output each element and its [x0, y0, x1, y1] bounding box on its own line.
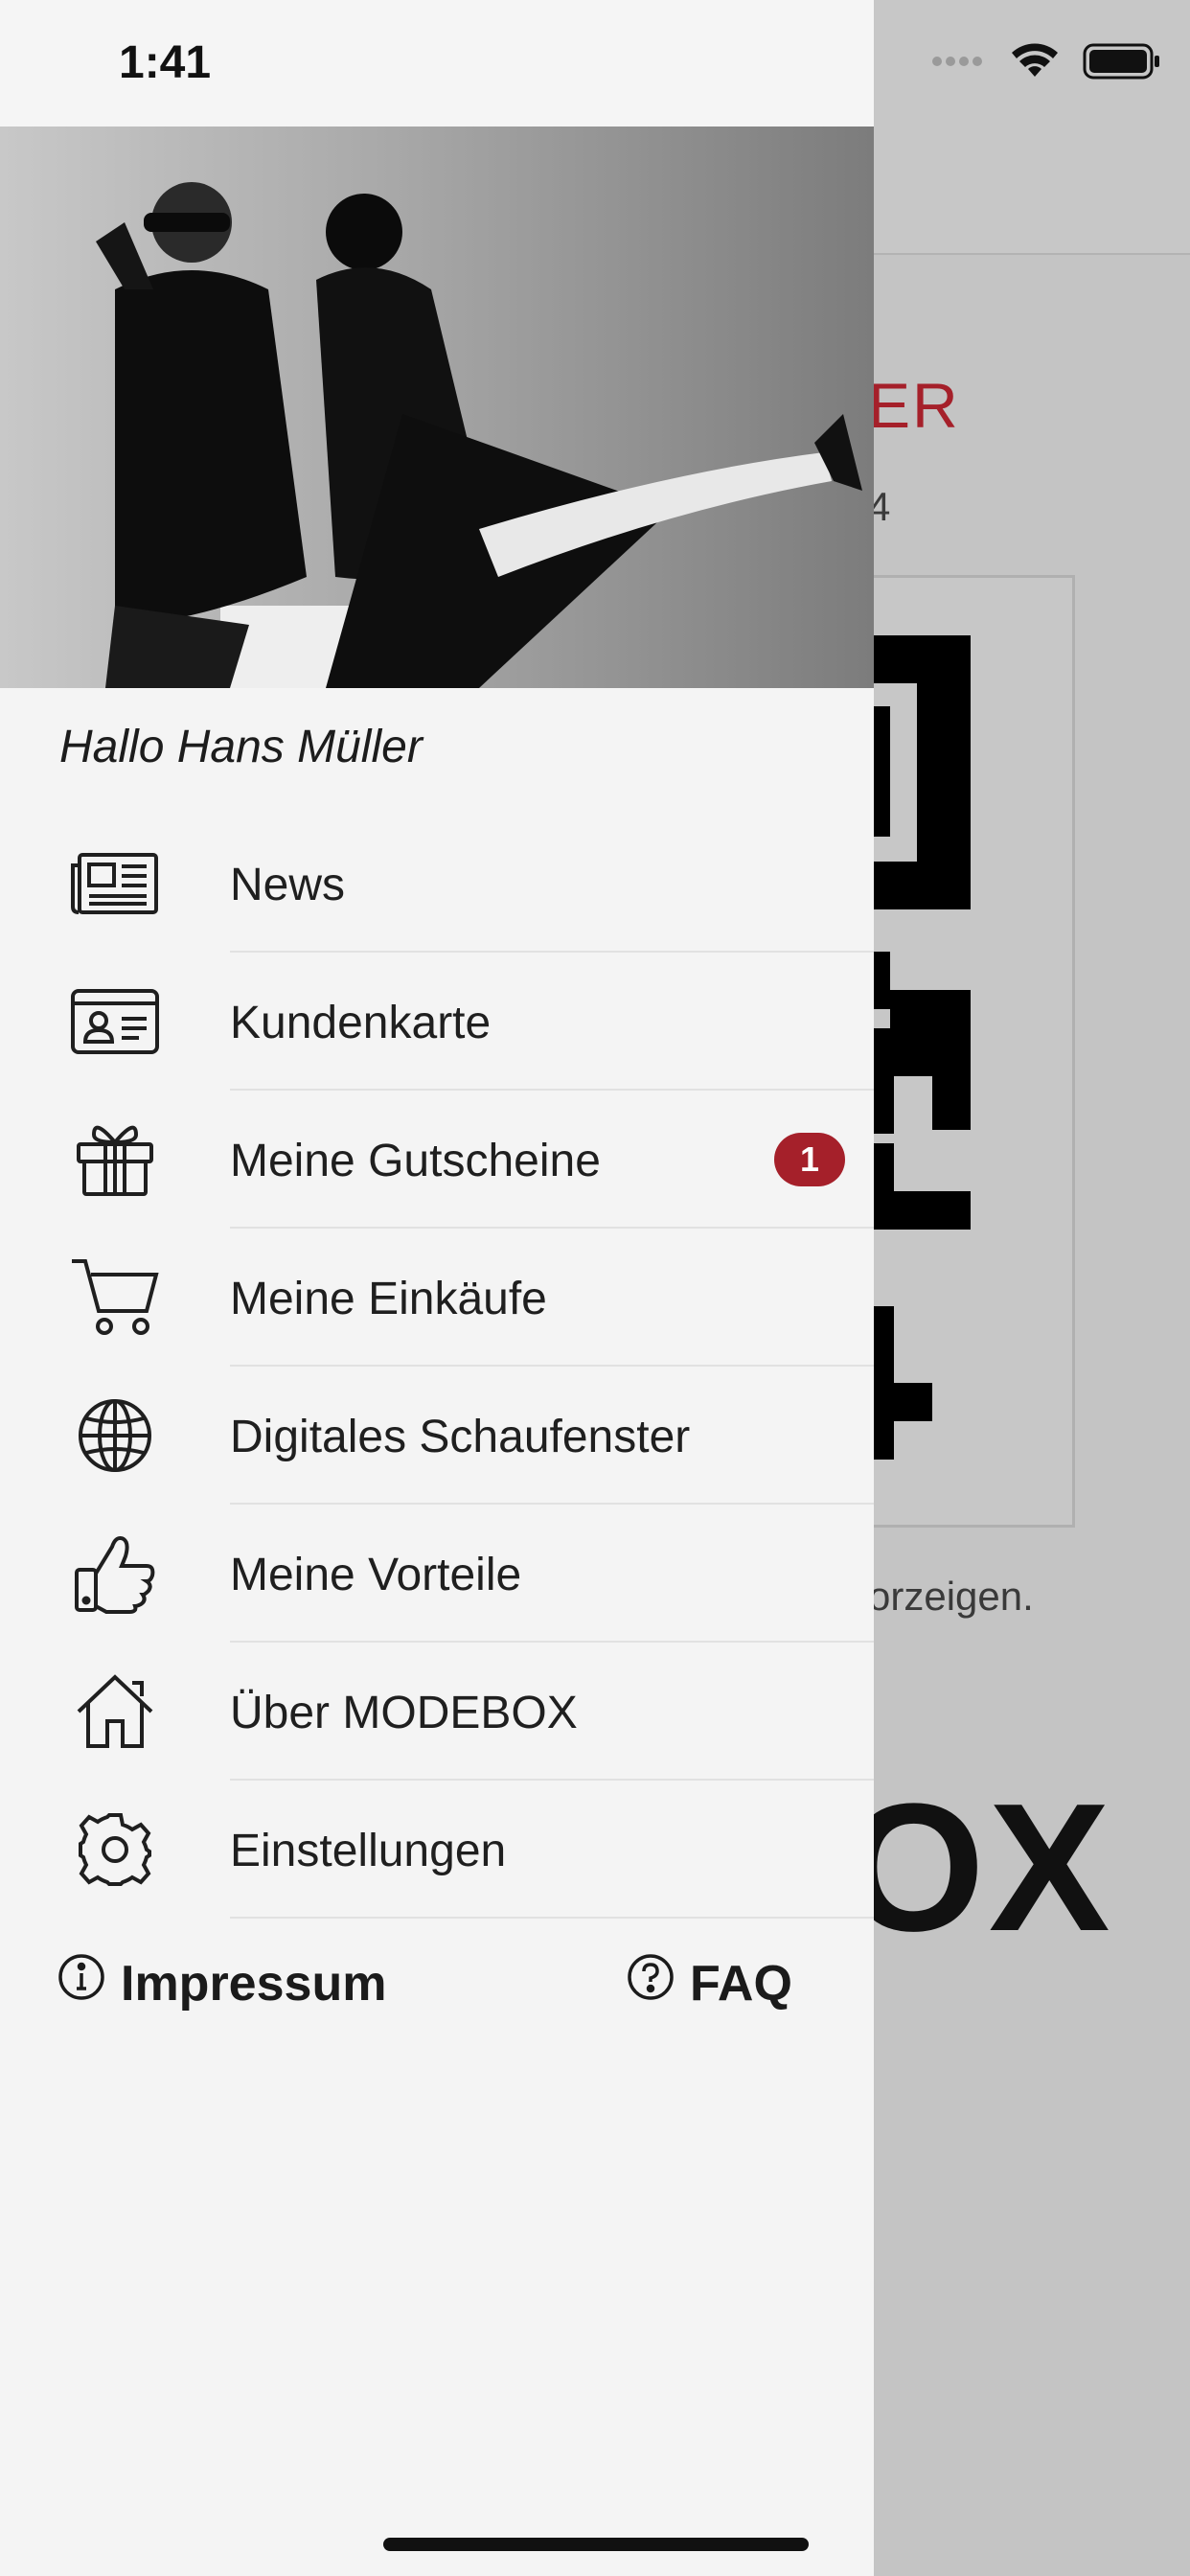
faq-label: FAQ — [690, 1955, 792, 2012]
gear-icon — [67, 1811, 163, 1888]
info-icon — [57, 1953, 105, 2013]
menu-item-einkaeufe[interactable]: Meine Einkäufe — [0, 1229, 874, 1367]
globe-icon — [67, 1397, 163, 1474]
cart-icon — [67, 1259, 163, 1336]
signal-icon — [931, 52, 987, 76]
background-title-fragment: ER — [868, 370, 960, 441]
impressum-link[interactable]: Impressum — [57, 1953, 386, 2013]
menu-item-label: Einstellungen — [230, 1826, 507, 1876]
menu-item-vorteile[interactable]: Meine Vorteile — [0, 1505, 874, 1643]
navigation-drawer: 1:41 Hallo Hans Müller News Kundenkarte … — [0, 0, 874, 2576]
menu-item-label: Kundenkarte — [230, 998, 492, 1048]
wifi-icon — [1010, 42, 1060, 85]
menu-item-ueber[interactable]: Über MODEBOX — [0, 1643, 874, 1781]
greeting-text: Hallo Hans Müller — [59, 722, 423, 772]
battery-icon — [1083, 42, 1161, 85]
menu-item-gutscheine[interactable]: Meine Gutscheine 1 — [0, 1091, 874, 1229]
status-icons — [931, 42, 1161, 85]
menu-item-label: Meine Vorteile — [230, 1550, 522, 1600]
menu-item-label: News — [230, 860, 346, 910]
divider — [230, 1917, 874, 1919]
background-hint-fragment: orzeigen. — [868, 1574, 1034, 1619]
gift-icon — [67, 1121, 163, 1198]
menu-item-news[interactable]: News — [0, 815, 874, 953]
notification-badge: 1 — [774, 1133, 845, 1186]
menu-item-einstellungen[interactable]: Einstellungen — [0, 1781, 874, 1919]
menu-item-label: Meine Einkäufe — [230, 1274, 547, 1324]
faq-link[interactable]: FAQ — [627, 1953, 792, 2013]
newspaper-icon — [67, 845, 163, 922]
menu-item-kundenkarte[interactable]: Kundenkarte — [0, 953, 874, 1091]
impressum-label: Impressum — [121, 1955, 387, 2012]
home-icon — [67, 1673, 163, 1750]
help-icon — [627, 1953, 675, 2013]
hero-image — [0, 126, 874, 688]
background-logo-fragment: OX — [843, 1766, 1114, 1969]
menu-item-schaufenster[interactable]: Digitales Schaufenster — [0, 1367, 874, 1505]
drawer-menu: News Kundenkarte Meine Gutscheine 1 Mein… — [0, 815, 874, 1919]
thumbs-up-icon — [67, 1535, 163, 1614]
id-card-icon — [67, 983, 163, 1060]
home-indicator[interactable] — [383, 2538, 809, 2551]
menu-item-label: Meine Gutscheine — [230, 1136, 601, 1186]
status-time: 1:41 — [119, 37, 212, 88]
menu-item-label: Digitales Schaufenster — [230, 1412, 691, 1462]
menu-item-label: Über MODEBOX — [230, 1688, 578, 1738]
hero-photo-illustration — [96, 182, 862, 688]
